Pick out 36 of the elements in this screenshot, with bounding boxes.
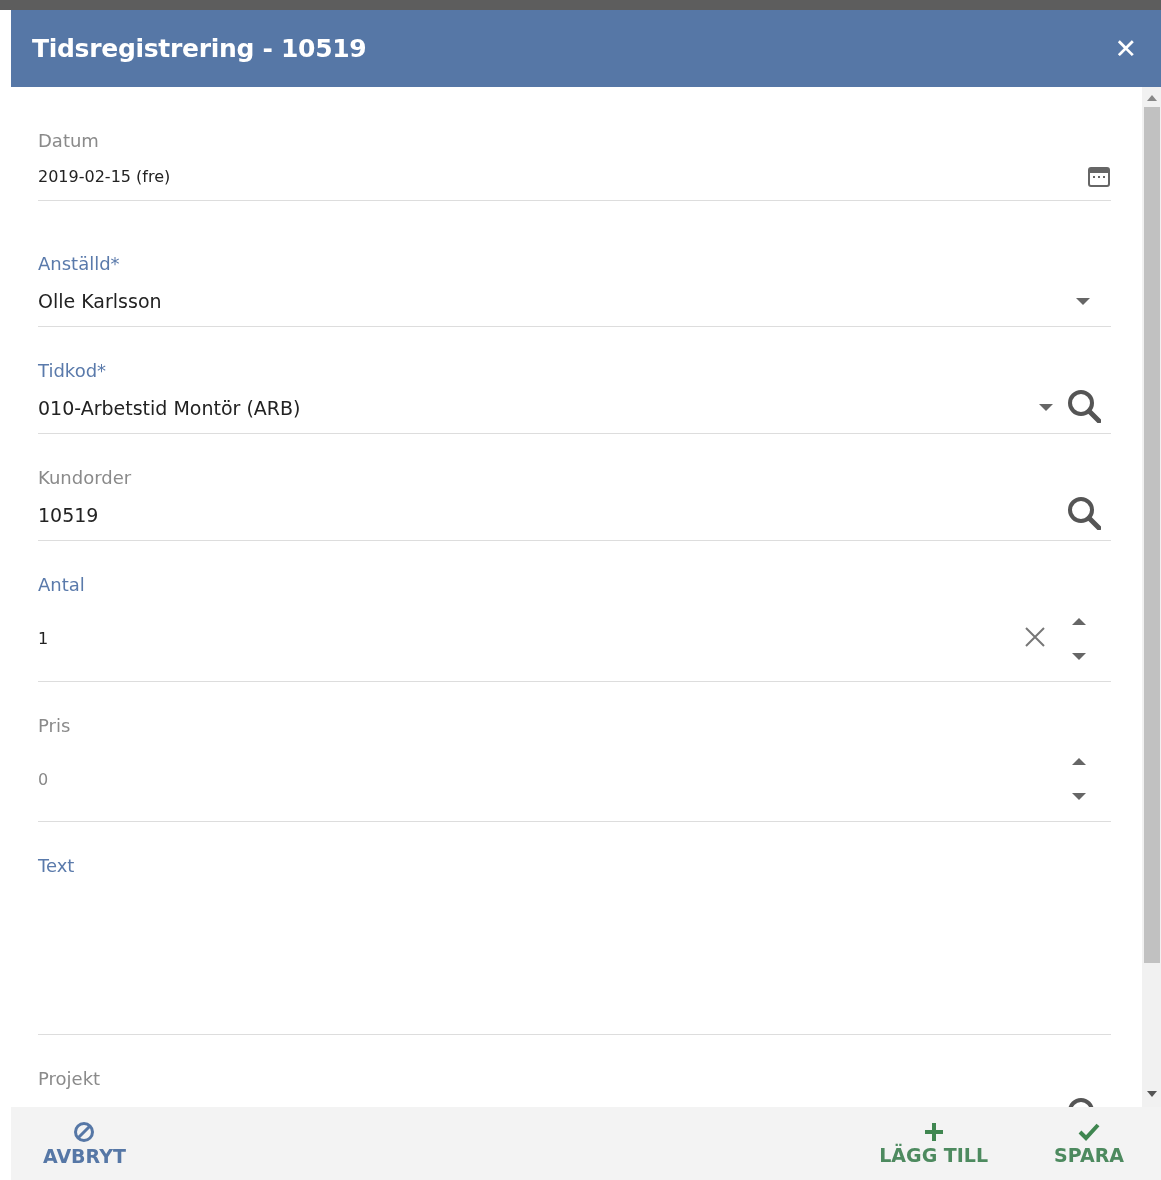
dialog-title: Tidsregistrering - 10519 bbox=[32, 34, 367, 63]
search-icon[interactable] bbox=[1067, 495, 1101, 530]
field-value[interactable]: Olle Karlsson bbox=[38, 289, 1062, 312]
cancel-button[interactable]: AVBRYT bbox=[43, 1120, 126, 1167]
field-placeholder[interactable]: 0 bbox=[38, 769, 1054, 789]
field-label: Projekt bbox=[38, 1068, 102, 1090]
increment-icon[interactable] bbox=[1072, 757, 1086, 765]
field-label: Datum bbox=[38, 130, 100, 152]
field-value[interactable]: 010-Arbetstid Montör (ARB) bbox=[38, 396, 1025, 419]
scroll-down-icon[interactable] bbox=[1146, 1091, 1157, 1097]
field-label: Pris bbox=[38, 715, 72, 737]
field-label: Anställd* bbox=[38, 253, 121, 275]
calendar-icon[interactable] bbox=[1087, 164, 1111, 188]
field-label: Antal bbox=[38, 574, 86, 596]
field-value[interactable]: 1 bbox=[38, 629, 1010, 648]
scrollbar[interactable] bbox=[1142, 87, 1161, 1107]
caret-icon[interactable] bbox=[1076, 298, 1090, 306]
field-label: Kundorder bbox=[38, 467, 133, 489]
caret-icon[interactable] bbox=[1039, 403, 1053, 412]
add-button[interactable]: LÄGG TILL bbox=[879, 1121, 989, 1166]
scroll-up-icon[interactable] bbox=[1146, 95, 1157, 101]
clear-icon[interactable] bbox=[1024, 625, 1046, 648]
field-label: Text bbox=[38, 855, 76, 877]
plus-icon bbox=[923, 1121, 944, 1142]
increment-icon[interactable] bbox=[1072, 616, 1086, 625]
field-value[interactable]: 10519 bbox=[38, 503, 1053, 526]
save-button[interactable]: SPARA bbox=[1054, 1121, 1124, 1166]
scrollbar-thumb[interactable] bbox=[1143, 107, 1160, 963]
cancel-icon bbox=[73, 1120, 96, 1143]
field-label: Tidkod* bbox=[38, 360, 108, 382]
close-button[interactable]: ✕ bbox=[1114, 33, 1137, 64]
field-value[interactable]: 2019-02-15 (fre) bbox=[38, 166, 1073, 186]
check-icon bbox=[1078, 1121, 1101, 1142]
decrement-icon[interactable] bbox=[1072, 793, 1086, 801]
decrement-icon[interactable] bbox=[1072, 652, 1086, 661]
search-icon[interactable] bbox=[1067, 388, 1101, 423]
